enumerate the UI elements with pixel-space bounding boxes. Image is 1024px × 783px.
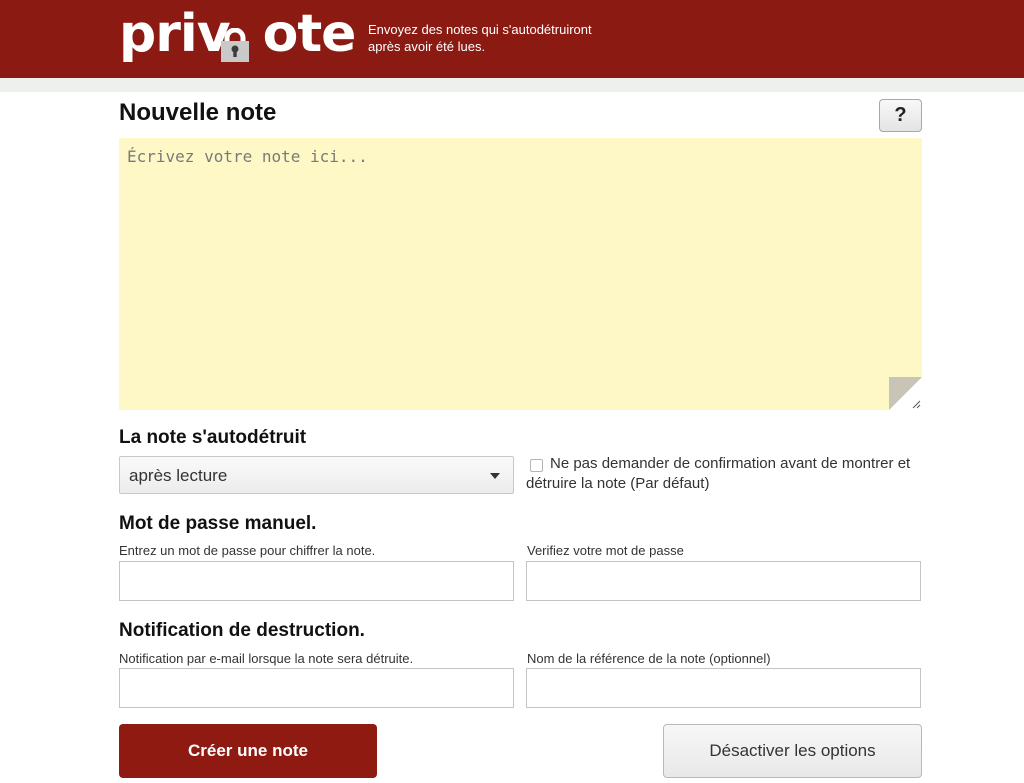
destruct-select[interactable]: après lecture	[119, 456, 514, 494]
padlock-icon	[221, 28, 249, 62]
chevron-down-icon	[490, 473, 500, 479]
tagline-line-2: après avoir été lues.	[368, 39, 486, 54]
no-confirmation-label[interactable]: Ne pas demander de confirmation avant de…	[526, 454, 926, 494]
disable-options-button[interactable]: Désactiver les options	[663, 724, 922, 778]
destruct-select-value: après lecture	[129, 466, 228, 485]
tagline-line-1: Envoyez des notes qui s'autodétruiront	[368, 22, 592, 37]
site-tagline: Envoyez des notes qui s'autodétruiront a…	[368, 21, 608, 55]
password-verify-input[interactable]	[526, 561, 921, 601]
header-divider	[0, 78, 1024, 92]
email-notification-input[interactable]	[119, 668, 514, 708]
password-label: Entrez un mot de passe pour chiffrer la …	[119, 543, 376, 558]
password-section-title: Mot de passe manuel.	[119, 513, 317, 534]
note-textarea[interactable]	[119, 138, 922, 410]
password-input[interactable]	[119, 561, 514, 601]
page-title: Nouvelle note	[119, 99, 277, 126]
email-notification-label: Notification par e-mail lorsque la note …	[119, 651, 414, 666]
create-note-button[interactable]: Créer une note	[119, 724, 377, 778]
privnote-logo[interactable]: priv ote	[119, 4, 356, 68]
reference-name-label: Nom de la référence de la note (optionne…	[527, 651, 771, 666]
password-verify-label: Verifiez votre mot de passe	[527, 543, 684, 558]
destruct-section-title: La note s'autodétruit	[119, 427, 307, 448]
resize-handle-icon[interactable]	[912, 400, 921, 409]
notification-section-title: Notification de destruction.	[119, 620, 365, 641]
help-button[interactable]: ?	[879, 99, 922, 132]
reference-name-input[interactable]	[526, 668, 921, 708]
